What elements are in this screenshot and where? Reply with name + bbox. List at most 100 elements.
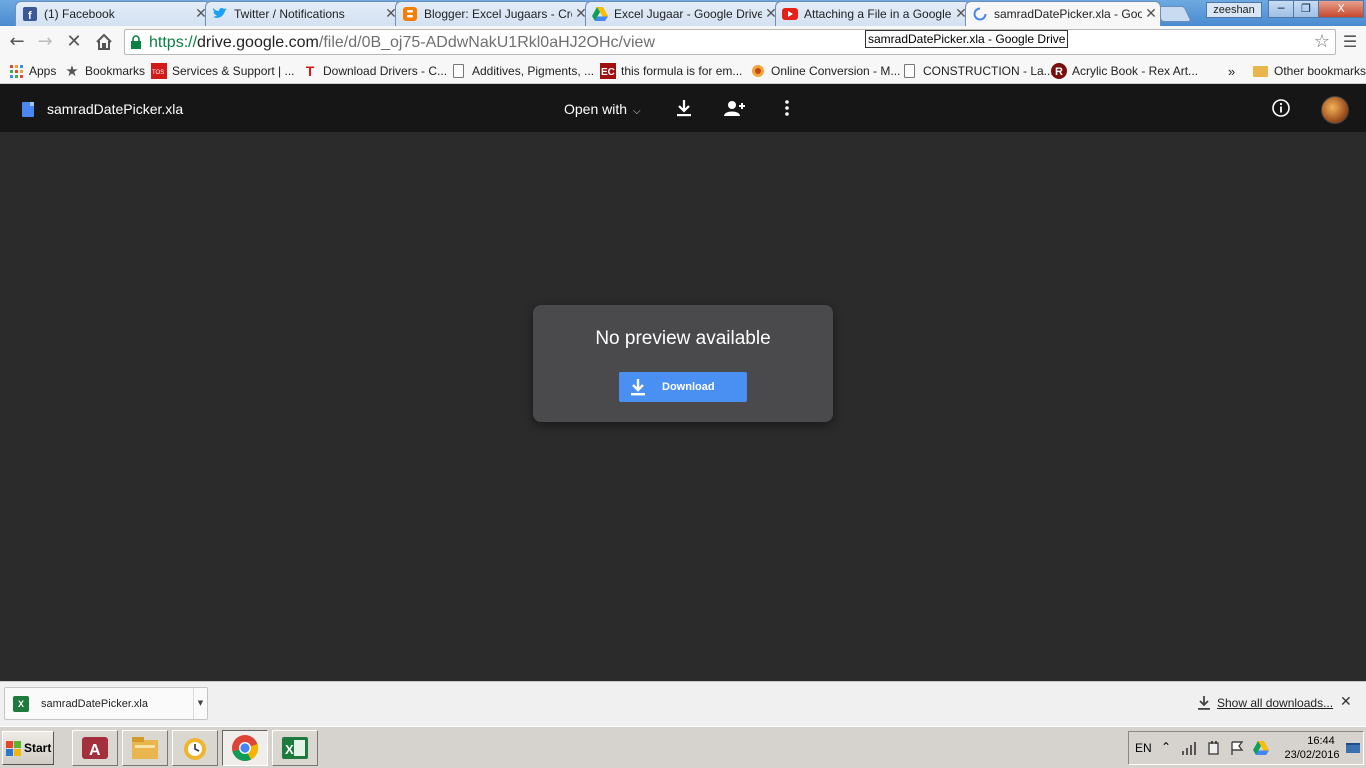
chrome-menu-button[interactable]: ☰: [1340, 32, 1360, 52]
google-drive-icon: [592, 6, 608, 22]
tab-facebook[interactable]: f (1) Facebook ✕: [15, 1, 211, 26]
folder-icon: [1253, 65, 1268, 77]
taskbar-file-explorer[interactable]: [122, 730, 168, 766]
share-button[interactable]: [723, 96, 747, 120]
back-button[interactable]: ←: [6, 32, 28, 52]
lock-icon: [131, 35, 141, 49]
restore-button[interactable]: ❐: [1293, 0, 1319, 18]
bookmark-online-conversion[interactable]: Online Conversion - M...: [750, 62, 900, 80]
taskbar-excel[interactable]: X: [272, 730, 318, 766]
download-icon: [677, 100, 691, 117]
details-button[interactable]: [1269, 96, 1293, 120]
other-bookmarks[interactable]: Other bookmarks: [1253, 62, 1366, 80]
tos-icon: TOS: [151, 63, 167, 79]
tab-close-icon[interactable]: ✕: [1142, 6, 1160, 22]
outlook-icon: [184, 738, 206, 760]
file-title: samradDatePicker.xla: [47, 101, 184, 117]
twitter-icon: [212, 6, 228, 22]
start-label: Start: [24, 741, 52, 755]
no-preview-message: No preview available: [595, 328, 771, 349]
download-item-menu-button[interactable]: ▼: [193, 688, 207, 719]
more-actions-button[interactable]: [775, 96, 799, 120]
page-icon: [904, 64, 915, 78]
google-drive-icon[interactable]: [1253, 740, 1269, 756]
language-indicator[interactable]: EN: [1135, 741, 1152, 755]
t-logo-icon: T: [305, 63, 315, 79]
chevron-up-icon[interactable]: ⌃: [1161, 740, 1177, 756]
taskbar-outlook[interactable]: [172, 730, 218, 766]
forward-button[interactable]: →: [34, 32, 56, 52]
action-center-flag-icon[interactable]: [1229, 740, 1245, 756]
bookmark-additives-pigments[interactable]: Additives, Pigments, ...: [453, 62, 594, 80]
download-item[interactable]: X samradDatePicker.xla ▼: [4, 687, 208, 720]
download-shelf: X samradDatePicker.xla ▼ Show all downlo…: [0, 681, 1366, 726]
back-arrow-icon: ←: [9, 31, 25, 52]
tab-title: Twitter / Notifications: [234, 7, 345, 21]
bookmark-construction[interactable]: CONSTRUCTION - La...: [904, 62, 1054, 80]
bookmark-bookmarks[interactable]: ★ Bookmarks: [64, 62, 145, 80]
minimize-button[interactable]: ─: [1268, 0, 1294, 18]
download-button[interactable]: Download: [619, 372, 747, 402]
file-explorer-icon: [132, 737, 158, 759]
home-icon: [96, 33, 112, 50]
browser-toolbar: ← → ✕ https://drive.google.com/file/d/0B…: [0, 26, 1366, 58]
tab-twitter[interactable]: Twitter / Notifications ✕: [205, 1, 401, 26]
close-window-button[interactable]: X: [1318, 0, 1364, 18]
show-desktop-icon[interactable]: [1345, 740, 1361, 756]
ec-icon: EC: [600, 63, 616, 79]
no-preview-dialog: No preview available Download: [533, 305, 833, 422]
url-text: https://drive.google.com/file/d/0B_oj75-…: [149, 34, 656, 51]
address-bar[interactable]: https://drive.google.com/file/d/0B_oj75-…: [124, 29, 1336, 55]
page-icon: [453, 64, 464, 78]
youtube-icon: [782, 6, 798, 22]
close-download-shelf-icon[interactable]: ✕: [1340, 694, 1352, 710]
taskbar-access[interactable]: A: [72, 730, 118, 766]
tab-title: Blogger: Excel Jugaars - Cre: [424, 7, 572, 21]
clock-date[interactable]: 23/02/2016: [1281, 749, 1343, 761]
download-header-button[interactable]: [672, 96, 696, 120]
download-label: Download: [662, 381, 715, 393]
star-icon: ★: [65, 62, 79, 80]
svg-text:A: A: [89, 742, 101, 759]
tab-title: (1) Facebook: [44, 7, 115, 21]
chrome-icon: [232, 735, 259, 761]
bookmark-download-drivers[interactable]: T Download Drivers - C...: [302, 62, 447, 80]
bookmark-formula[interactable]: EC this formula is for em...: [600, 62, 742, 80]
loading-spinner-icon: [972, 6, 988, 22]
windows-logo-icon: [6, 740, 21, 756]
tab-youtube[interactable]: Attaching a File in a Google ✕: [775, 1, 971, 26]
network-signal-icon[interactable]: [1181, 740, 1197, 756]
tab-title: Attaching a File in a Google: [804, 7, 952, 21]
more-vertical-icon: [785, 100, 789, 116]
tab-blogger[interactable]: Blogger: Excel Jugaars - Cre ✕: [395, 1, 591, 26]
start-button[interactable]: Start: [2, 731, 54, 765]
svg-text:f: f: [28, 10, 32, 21]
tab-samrad-date-picker[interactable]: samradDatePicker.xla - Goo ✕: [965, 1, 1161, 26]
stop-button[interactable]: ✕: [63, 32, 85, 52]
download-icon: [1198, 696, 1210, 710]
conversion-icon: [750, 63, 766, 79]
document-file-icon: [22, 102, 34, 117]
svg-text:EC: EC: [601, 67, 615, 78]
tab-google-drive[interactable]: Excel Jugaar - Google Drive ✕: [585, 1, 781, 26]
open-with-button[interactable]: Open with ⌵: [564, 101, 641, 117]
bookmark-apps[interactable]: Apps: [8, 62, 56, 80]
bookmark-acrylic-book[interactable]: R Acrylic Book - Rex Art...: [1051, 62, 1198, 80]
svg-text:X: X: [285, 742, 294, 757]
power-plug-icon[interactable]: [1205, 740, 1221, 756]
clock-time[interactable]: 16:44: [1299, 735, 1343, 747]
show-all-downloads-link[interactable]: Show all downloads...: [1198, 696, 1333, 710]
excel-icon: X: [282, 737, 308, 759]
bookmark-star-icon[interactable]: ☆: [1314, 31, 1330, 52]
apps-grid-icon: [8, 63, 24, 79]
taskbar-chrome[interactable]: [222, 730, 268, 766]
bookmarks-overflow-button[interactable]: »: [1228, 62, 1235, 80]
bookmark-services-support[interactable]: TOS Services & Support | ...: [151, 62, 295, 80]
profile-name[interactable]: zeeshan: [1206, 2, 1262, 18]
hamburger-menu-icon: ☰: [1342, 32, 1358, 51]
windows-taskbar: Start A X EN ⌃ 16:44 23/02/2016: [0, 726, 1366, 768]
chevron-down-icon: ⌵: [633, 106, 641, 117]
home-button[interactable]: [93, 32, 115, 52]
account-avatar[interactable]: [1321, 96, 1349, 124]
system-tray: EN ⌃ 16:44 23/02/2016: [1128, 731, 1364, 765]
